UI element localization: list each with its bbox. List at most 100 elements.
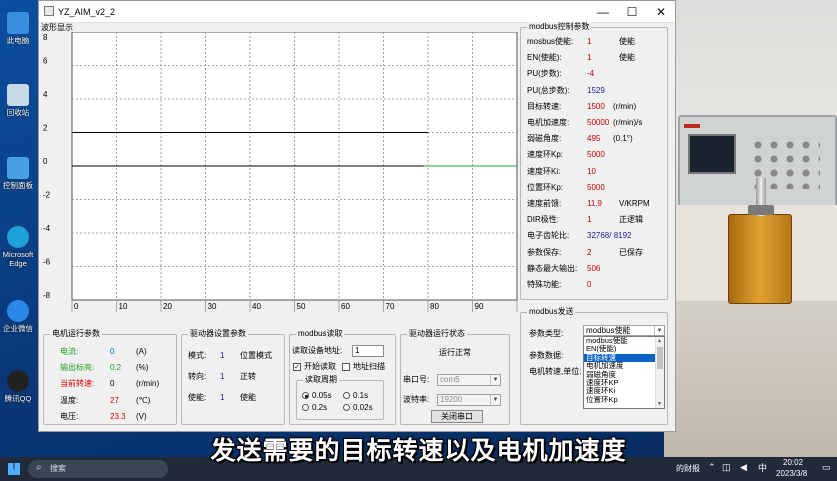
- this-pc-desktop-icon[interactable]: 此电脑: [0, 12, 36, 45]
- period-label: 0.05s: [312, 391, 332, 400]
- motor-unit-output: (%): [136, 363, 149, 372]
- period-radio-0.02s[interactable]: [343, 404, 350, 411]
- group-title: 读取周期: [303, 375, 339, 385]
- qq-penguin-icon: [7, 370, 29, 392]
- motor-value-current: 0: [110, 347, 115, 356]
- ctrl-label: EN(使能):: [527, 53, 562, 63]
- ctrl-unit: 使能: [619, 53, 635, 63]
- group-title: 驱动器运行状态: [407, 329, 467, 339]
- read-addr-label: 读取设备地址:: [292, 346, 343, 355]
- close-button[interactable]: ✕: [647, 3, 675, 21]
- ctrl-value: 1: [587, 53, 592, 63]
- servo-motor: [728, 214, 792, 304]
- motor-label-temp: 温度:: [60, 396, 79, 405]
- param-type-select[interactable]: modbus使能 ▼: [583, 325, 665, 336]
- period-radio-0.1s[interactable]: [343, 392, 350, 399]
- qq-desktop-icon[interactable]: 腾讯QQ: [0, 370, 36, 403]
- motor-unit-temp: (℃): [136, 396, 151, 405]
- param-data-label: 参数数据:: [529, 351, 564, 360]
- edge-desktop-icon[interactable]: Microsoft Edge: [0, 226, 36, 268]
- close-port-button[interactable]: 关闭串口: [431, 410, 483, 423]
- motor-unit-voltage: (V): [136, 412, 147, 421]
- x-tick-label: 60: [341, 302, 350, 311]
- addr-scan-label: 地址扫描: [353, 362, 385, 371]
- ctrl-value: -4: [587, 69, 595, 79]
- x-tick-label: 20: [163, 302, 172, 311]
- period-label: 0.02s: [353, 403, 373, 412]
- group-title: modbus控制参数: [527, 22, 592, 32]
- x-tick-label: 80: [430, 302, 439, 311]
- ctrl-value: 1500: [587, 101, 605, 111]
- ctrl-value: 50000: [587, 118, 610, 127]
- group-title: 驱动器设置参数: [188, 329, 248, 339]
- driver-status-group: 驱动器运行状态 运行正常 串口号: com5 ▼ 波特率: 19200 ▼ 关闭串口: [400, 329, 510, 425]
- ctrl-label: DIR极性:: [527, 215, 559, 225]
- video-subtitle: 发送需要的目标转速以及电机加速度: [210, 436, 627, 465]
- driver-value-dir: 1: [220, 372, 225, 381]
- ctrl-label: 参数保存:: [527, 247, 562, 257]
- minimize-button[interactable]: —: [589, 3, 617, 21]
- ctrl-value: 5000: [587, 150, 605, 160]
- port-select[interactable]: com5 ▼: [437, 374, 501, 386]
- start-read-checkbox[interactable]: ✓: [293, 363, 301, 371]
- ctrl-label: 静态最大输出:: [527, 263, 578, 273]
- window-title: YZ_AIM_v2_2: [58, 7, 116, 17]
- period-radio-0.05s[interactable]: [302, 392, 309, 399]
- camera-overlay-photo: [664, 0, 837, 457]
- maximize-button[interactable]: ☐: [618, 3, 646, 21]
- ctrl-label: 速度前馈:: [527, 199, 562, 208]
- ctrl-label: PU(步数):: [527, 69, 562, 79]
- ctrl-label: PU(总步数):: [527, 85, 570, 95]
- scrollbar-thumb[interactable]: [657, 347, 663, 369]
- ctrl-value: 1: [587, 215, 592, 225]
- ctrl-value: 495: [587, 134, 601, 144]
- period-label: 0.2s: [312, 403, 328, 412]
- recycle-bin-icon: [7, 84, 29, 106]
- ctrl-value: 2: [587, 247, 592, 257]
- baud-select[interactable]: 19200 ▼: [437, 394, 501, 406]
- oscilloscope-screen: [688, 134, 736, 174]
- modbus-send-group: modbus发送 参数类型: modbus使能 ▼ 参数数据: 电机转速,单位: …: [520, 307, 668, 425]
- ctrl-label: 速度环Ki:: [527, 166, 561, 176]
- x-tick-label: 70: [386, 302, 395, 311]
- period-radio-0.2s[interactable]: [302, 404, 309, 411]
- wecom-icon: [7, 300, 29, 322]
- ctrl-label: 目标转速:: [527, 101, 562, 111]
- driver-text-enable: 使能: [240, 393, 256, 402]
- scroll-up-arrow-icon[interactable]: ▲: [657, 338, 662, 344]
- ctrl-value: 32768/ 8192: [587, 231, 632, 241]
- y-tick-label: 2: [43, 124, 48, 133]
- y-tick-label: -6: [43, 258, 51, 267]
- desktop-icon-label: 企业微信: [3, 324, 33, 333]
- ctrl-label: mosbus使能:: [527, 37, 574, 46]
- chevron-down-icon: ▼: [490, 375, 500, 385]
- ctrl-unit: 使能: [619, 37, 635, 46]
- clock-date[interactable]: 2023/3/8: [776, 469, 807, 479]
- desktop-icon-label: Microsoft Edge: [2, 250, 34, 268]
- baud-select-value: 19200: [440, 395, 463, 404]
- x-tick-label: 0: [74, 302, 79, 311]
- desktop-icon-label: 此电脑: [6, 36, 30, 45]
- addr-scan-checkbox[interactable]: [342, 363, 350, 371]
- y-tick-label: -2: [43, 191, 51, 200]
- ctrl-unit: 已保存: [619, 247, 643, 257]
- scroll-down-arrow-icon[interactable]: ▼: [657, 401, 662, 407]
- ctrl-value: 1529: [587, 85, 605, 95]
- y-tick-label: 6: [43, 57, 48, 66]
- ctrl-value: 5000: [587, 182, 605, 192]
- control-panel-desktop-icon[interactable]: 控制面板: [0, 157, 36, 190]
- driver-label-mode: 模式:: [188, 351, 207, 360]
- recycle-bin-desktop-icon[interactable]: 回收站: [0, 84, 36, 117]
- motor-label-current: 电流:: [60, 347, 79, 356]
- driver-text-mode: 位置模式: [240, 351, 272, 360]
- chevron-down-icon: ▼: [490, 395, 500, 405]
- modbus-read-group: modbus读取 读取设备地址: 1 ✓ 开始读取 地址扫描 读取周期 0.05…: [289, 329, 396, 425]
- motor-value-speed: 0: [110, 379, 115, 388]
- read-addr-input[interactable]: 1: [352, 345, 384, 357]
- dropdown-scrollbar[interactable]: ▲ ▼: [655, 337, 664, 408]
- edge-icon: [7, 226, 29, 248]
- dropdown-option[interactable]: 位置环Kp: [584, 395, 656, 404]
- param-type-dropdown-list[interactable]: modbus使能 EN(使能) 目标转速 电机加速度 弱磁角度 速度环KP 速度环Ki 位置环…: [583, 336, 665, 409]
- ctrl-value: 506: [587, 263, 601, 273]
- wecom-desktop-icon[interactable]: 企业微信: [0, 300, 36, 333]
